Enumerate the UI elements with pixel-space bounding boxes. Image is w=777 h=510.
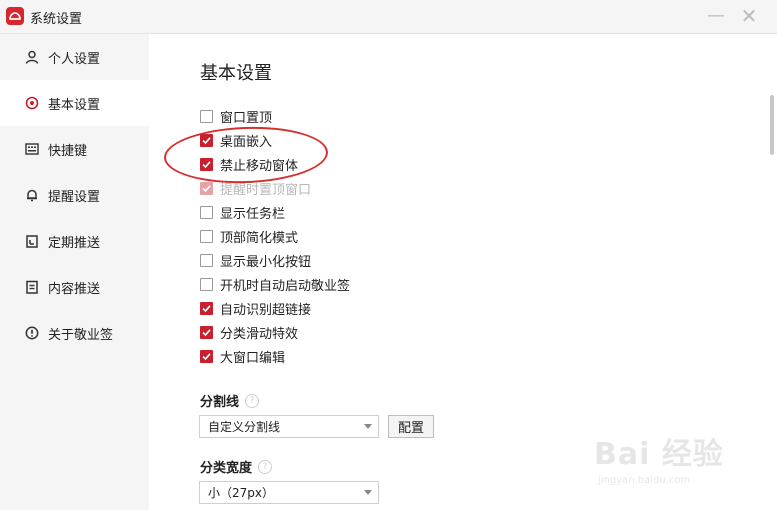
divider-label: 分割线 ? — [200, 391, 260, 410]
calendar-icon — [24, 233, 40, 249]
window-title: 系统设置 — [30, 12, 83, 27]
option-label: 分类滑动特效 — [220, 326, 299, 342]
option-label: 窗口置顶 — [220, 110, 273, 126]
config-button[interactable]: 配置 — [388, 415, 434, 438]
help-icon[interactable]: ? — [258, 459, 273, 474]
option-row[interactable]: 显示最小化按钮 — [200, 250, 311, 270]
settings-target-icon — [24, 95, 40, 111]
checkmark-icon — [202, 352, 211, 360]
close-button[interactable]: ✕ — [738, 5, 760, 27]
option-label: 大窗口编辑 — [220, 350, 286, 366]
info-icon — [24, 325, 40, 341]
document-icon — [24, 279, 40, 295]
option-label: 自动识别超链接 — [220, 302, 312, 318]
sidebar-item-label: 定期推送 — [48, 235, 101, 251]
sidebar-item-about[interactable]: 关于敬业签 — [0, 310, 149, 356]
sidebar-item-label: 关于敬业签 — [48, 327, 114, 343]
title-bar: 系统设置 — ✕ — [0, 0, 777, 34]
option-label: 显示最小化按钮 — [220, 254, 312, 270]
option-label: 顶部简化模式 — [220, 230, 299, 246]
app-logo-icon — [6, 7, 24, 25]
sidebar-item-shortcuts[interactable]: 快捷键 — [0, 126, 149, 172]
category-width-label: 分类宽度 ? — [200, 457, 273, 476]
sidebar-item-scheduled-push[interactable]: 定期推送 — [0, 218, 149, 264]
checkmark-icon — [202, 304, 211, 312]
checkbox-checked[interactable] — [200, 349, 213, 363]
checkbox-checked[interactable] — [200, 325, 213, 339]
sidebar-item-label: 个人设置 — [48, 51, 101, 67]
vertical-scrollbar[interactable] — [770, 95, 774, 155]
option-row[interactable]: 显示任务栏 — [200, 202, 285, 222]
sidebar-item-label: 提醒设置 — [48, 189, 101, 205]
option-label: 显示任务栏 — [220, 206, 286, 222]
sidebar-item-label: 内容推送 — [48, 281, 101, 297]
sidebar-item-label: 基本设置 — [48, 97, 101, 113]
option-row[interactable]: 顶部简化模式 — [200, 226, 298, 246]
option-row[interactable]: 开机时自动启动敬业签 — [200, 274, 350, 294]
checkbox[interactable] — [200, 229, 213, 243]
page-title: 基本设置 — [200, 63, 272, 84]
watermark-logo: Bai 经验 jingyan.baidu.com — [594, 437, 724, 486]
checkbox[interactable] — [200, 205, 213, 219]
sidebar-item-personal-settings[interactable]: 个人设置 — [0, 34, 149, 80]
keyboard-icon — [24, 141, 40, 157]
help-icon[interactable]: ? — [245, 393, 260, 408]
checkbox[interactable] — [200, 109, 213, 123]
option-row[interactable]: 自动识别超链接 — [200, 298, 311, 318]
sidebar: 个人设置 基本设置 快捷键 提醒设置 定期推送 内容推送 关于敬业签 — [0, 34, 149, 510]
minimize-button[interactable]: — — [705, 5, 727, 27]
sidebar-item-label: 快捷键 — [48, 143, 88, 159]
checkmark-icon — [202, 184, 211, 192]
category-width-select[interactable]: 小（27px） — [199, 481, 379, 504]
dropdown-arrow-icon — [364, 490, 372, 495]
bell-icon — [24, 187, 40, 203]
sidebar-item-content-push[interactable]: 内容推送 — [0, 264, 149, 310]
divider-select[interactable]: 自定义分割线 — [199, 415, 379, 438]
option-row[interactable]: 窗口置顶 — [200, 106, 272, 126]
checkbox-checked[interactable] — [200, 301, 213, 315]
person-icon — [24, 49, 40, 65]
checkbox-checked — [200, 181, 213, 195]
dropdown-arrow-icon — [364, 424, 372, 429]
option-row[interactable]: 分类滑动特效 — [200, 322, 298, 342]
checkbox[interactable] — [200, 253, 213, 267]
checkmark-icon — [202, 328, 211, 336]
sidebar-item-basic-settings[interactable]: 基本设置 — [0, 80, 149, 126]
option-row[interactable]: 大窗口编辑 — [200, 346, 285, 366]
sidebar-item-reminder-settings[interactable]: 提醒设置 — [0, 172, 149, 218]
checkbox[interactable] — [200, 277, 213, 291]
option-label: 开机时自动启动敬业签 — [220, 278, 351, 294]
